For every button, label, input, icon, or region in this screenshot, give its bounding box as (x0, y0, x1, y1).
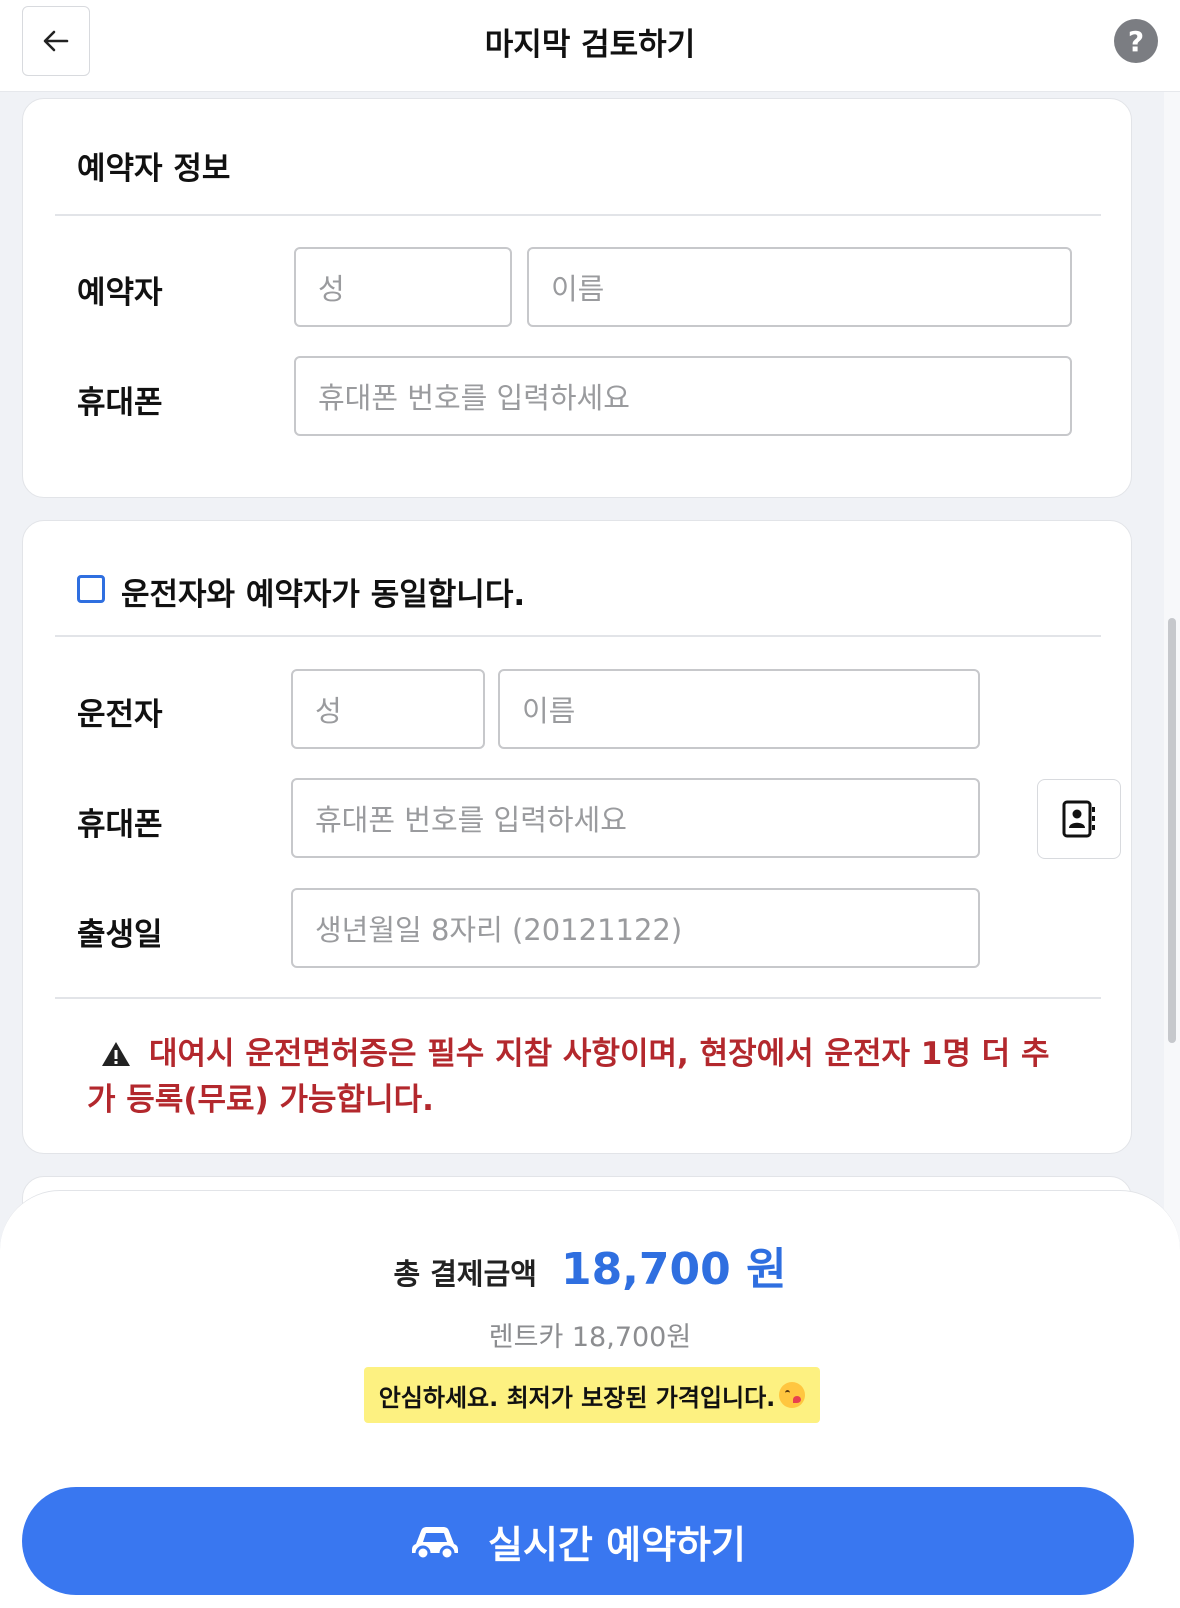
payment-bottom-sheet: 총 결제금액 18,700 원 렌트카 18,700원 안심하세요. 최저가 보… (0, 1190, 1180, 1608)
same-as-booker-label[interactable]: 운전자와 예약자가 동일합니다. (121, 569, 525, 614)
arrow-left-icon (43, 30, 69, 52)
page-title: 마지막 검토하기 (484, 26, 696, 63)
booker-first-name-input[interactable]: 이름 (527, 247, 1072, 327)
divider (55, 214, 1101, 216)
contact-book-icon (1062, 800, 1095, 838)
booker-phone-input[interactable]: 휴대폰 번호를 입력하세요 (294, 356, 1072, 436)
total-amount: 18,700 원 (560, 1244, 787, 1295)
booker-name-label: 예약자 (77, 275, 163, 311)
driver-last-name-input[interactable]: 성 (291, 669, 485, 749)
total-row: 총 결제금액 18,700 원 (0, 1233, 1180, 1297)
lowest-price-banner: 안심하세요. 최저가 보장된 가격입니다. (364, 1367, 820, 1423)
top-bar: 마지막 검토하기 ? (0, 0, 1180, 92)
scrollbar-thumb[interactable] (1168, 618, 1176, 1043)
divider (55, 997, 1101, 999)
divider (55, 635, 1101, 637)
booker-info-card: 예약자 정보 예약자 성 이름 휴대폰 휴대폰 번호를 입력하세요 (22, 98, 1132, 498)
reserve-button[interactable]: 실시간 예약하기 (22, 1487, 1134, 1595)
contacts-button[interactable] (1037, 779, 1121, 859)
booker-phone-label: 휴대폰 (77, 385, 163, 421)
kiss-emoji-icon (779, 1382, 806, 1408)
driver-birth-label: 출생일 (77, 917, 163, 953)
license-notice: 대여시 운전면허증은 필수 지참 사항이며, 현장에서 운전자 1명 더 추가 … (87, 1031, 1077, 1123)
booker-last-name-input[interactable]: 성 (294, 247, 512, 327)
license-notice-text: 대여시 운전면허증은 필수 지참 사항이며, 현장에서 운전자 1명 더 추가 … (87, 1036, 1050, 1118)
back-button[interactable] (22, 6, 90, 76)
total-label: 총 결제금액 (393, 1257, 537, 1291)
promo-text: 안심하세요. 최저가 보장된 가격입니다. (378, 1383, 776, 1412)
price-breakdown: 렌트카 18,700원 (488, 1322, 692, 1353)
driver-name-label: 운전자 (77, 697, 163, 733)
driver-first-name-input[interactable]: 이름 (498, 669, 980, 749)
same-as-booker-checkbox[interactable] (77, 575, 105, 603)
driver-birth-input[interactable]: 생년월일 8자리 (20121122) (291, 888, 980, 968)
driver-phone-input[interactable]: 휴대폰 번호를 입력하세요 (291, 778, 980, 858)
driver-info-card: 운전자와 예약자가 동일합니다. 운전자 성 이름 휴대폰 휴대폰 번호를 입력… (22, 520, 1132, 1154)
booker-section-title: 예약자 정보 (77, 151, 231, 187)
reserve-button-label: 실시간 예약하기 (488, 1522, 746, 1567)
question-icon: ? (1127, 24, 1145, 58)
help-button[interactable]: ? (1114, 19, 1158, 63)
warning-triangle-icon (102, 1042, 130, 1066)
driver-phone-label: 휴대폰 (77, 807, 163, 843)
car-icon (412, 1527, 459, 1560)
